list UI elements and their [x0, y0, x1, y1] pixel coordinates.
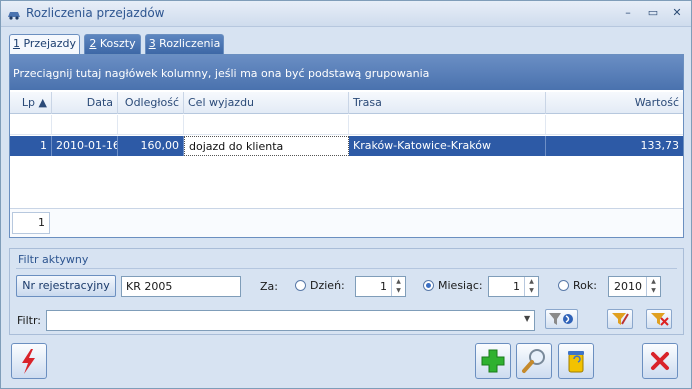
lightning-button[interactable] [11, 343, 47, 379]
window-title: Rozliczenia przejazdów [26, 6, 165, 20]
add-button[interactable] [475, 343, 511, 379]
registration-number-input[interactable]: KR 2005 [121, 276, 241, 297]
column-wartosc[interactable]: Wartość [546, 92, 683, 114]
column-cel-wyjazdu[interactable]: Cel wyjazdu [184, 92, 349, 114]
row-count: 1 [12, 212, 50, 234]
day-spinner[interactable]: ▲ ▼ [391, 277, 405, 296]
close-window-button[interactable]: ✕ [670, 6, 684, 20]
chevron-down-icon[interactable]: ▼ [524, 314, 530, 323]
tab-rozliczenia-label: Rozliczenia [155, 37, 221, 50]
radio-day[interactable] [295, 280, 306, 291]
filter-cell-lp[interactable] [10, 115, 52, 134]
group-by-area[interactable]: Przeciągnij tutaj nagłówek kolumny, jeśl… [10, 55, 683, 90]
filter-input[interactable] [46, 310, 535, 331]
month-spinner[interactable]: ▲ ▼ [524, 277, 538, 296]
cell-lp[interactable]: 1 [10, 136, 52, 156]
cell-data[interactable]: 2010-01-16 [52, 136, 118, 156]
za-label: Za: [260, 280, 278, 293]
tab-koszty-label: Koszty [96, 37, 136, 50]
add-icon [481, 349, 505, 373]
lightning-icon [22, 349, 35, 374]
tab-rozliczenia-hotkey: 3 [148, 37, 156, 50]
group-by-hint: Przeciągnij tutaj nagłówek kolumny, jeśl… [13, 67, 430, 80]
day-label: Dzień: [310, 279, 345, 292]
year-spinner[interactable]: ▲ ▼ [646, 277, 660, 296]
title-bar: Rozliczenia przejazdów – ▭ ✕ [1, 1, 691, 27]
funnel-edit-icon [612, 313, 629, 325]
tab-koszty[interactable]: 2 Koszty [84, 34, 141, 54]
filter-panel: Filtr aktywny Nr rejestracyjny KR 2005 Z… [9, 248, 684, 335]
magnifier-icon [522, 349, 545, 373]
funnel-icon [549, 313, 573, 325]
column-trasa[interactable]: Trasa [349, 92, 546, 114]
window: Rozliczenia przejazdów – ▭ ✕ 1 Przejazdy… [0, 0, 692, 389]
column-lp[interactable]: Lp ▲ [10, 92, 52, 114]
cell-trasa[interactable]: Kraków-Katowice-Kraków [349, 136, 546, 156]
filter-cell-trasa[interactable] [349, 115, 546, 134]
tab-przejazdy-hotkey: 1 [12, 37, 20, 50]
column-odleglosc[interactable]: Odległość [118, 92, 184, 114]
tab-przejazdy-label: Przejazdy [19, 37, 77, 50]
grid-panel: Przeciągnij tutaj nagłówek kolumny, jeśl… [9, 54, 684, 238]
grid-footer: 1 [10, 208, 683, 237]
clear-filter-button[interactable] [646, 309, 672, 329]
tab-rozliczenia[interactable]: 3 Rozliczenia [145, 34, 224, 54]
grid-header: Lp ▲ Data Odległość Cel wyjazdu Trasa Wa… [10, 92, 683, 114]
cell-cel-wyjazdu[interactable]: dojazd do klienta [184, 136, 349, 156]
car-icon [8, 12, 20, 20]
filter-cell-odleglosc[interactable] [118, 115, 184, 134]
year-label: Rok: [573, 279, 597, 292]
close-icon [651, 352, 669, 370]
tab-przejazdy[interactable]: 1 Przejazdy [9, 34, 80, 55]
divider [16, 268, 677, 269]
cell-wartosc[interactable]: 133,73 [546, 136, 683, 156]
month-label: Miesiąc: [438, 279, 483, 292]
apply-filter-button[interactable] [545, 309, 578, 329]
radio-year[interactable] [558, 280, 569, 291]
filter-cell-cel[interactable] [184, 115, 349, 134]
minimize-button[interactable]: – [621, 6, 635, 20]
radio-month[interactable] [423, 280, 434, 291]
registration-number-button[interactable]: Nr rejestracyjny [16, 275, 116, 297]
funnel-clear-icon [651, 313, 669, 326]
close-button[interactable] [642, 343, 678, 379]
table-row[interactable]: 1 2010-01-16 160,00 dojazd do klienta Kr… [10, 136, 683, 156]
filter-panel-title: Filtr aktywny [18, 253, 89, 266]
filter-settings-button[interactable] [607, 309, 633, 329]
filter-cell-data[interactable] [52, 115, 118, 134]
filter-label: Filtr: [17, 314, 41, 327]
column-data[interactable]: Data [52, 92, 118, 114]
cell-odleglosc[interactable]: 160,00 [118, 136, 184, 156]
grid-filter-row[interactable] [10, 115, 683, 135]
delete-button[interactable] [558, 343, 594, 379]
preview-button[interactable] [516, 343, 552, 379]
maximize-button[interactable]: ▭ [646, 6, 660, 20]
trash-icon [568, 351, 584, 373]
